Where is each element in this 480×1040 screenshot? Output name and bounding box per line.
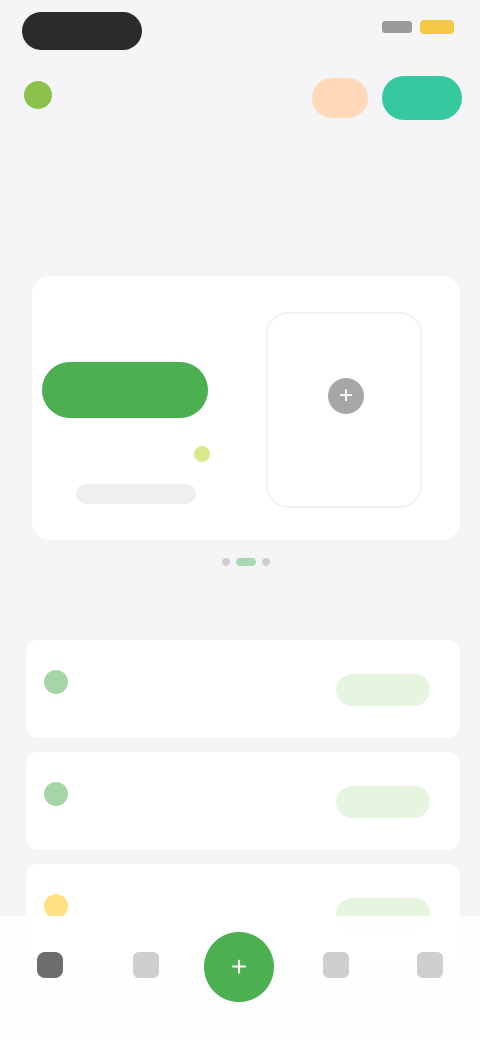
status-bar xyxy=(0,0,480,60)
nav-home[interactable] xyxy=(10,936,90,1016)
header-orange-button[interactable] xyxy=(312,78,368,118)
nav-add-button[interactable]: + xyxy=(204,932,274,1002)
plus-icon: + xyxy=(230,951,248,982)
app-screen: + + xyxy=(0,0,480,1040)
section-header-1 xyxy=(24,214,456,244)
add-panel[interactable]: + xyxy=(266,312,422,508)
battery-icon xyxy=(420,20,454,34)
page-dot[interactable] xyxy=(222,558,230,566)
item-status-icon xyxy=(44,670,68,694)
page-dot-active[interactable] xyxy=(236,558,256,566)
page-dot[interactable] xyxy=(262,558,270,566)
logo-mark-icon xyxy=(24,81,52,109)
plus-icon[interactable]: + xyxy=(328,378,364,414)
header-teal-button[interactable] xyxy=(382,76,462,120)
main-card: + xyxy=(32,276,460,540)
nav-grid[interactable] xyxy=(106,936,186,1016)
panel-caption xyxy=(76,484,196,504)
item-status-icon xyxy=(44,782,68,806)
item-action-button[interactable] xyxy=(336,786,430,818)
list-item[interactable] xyxy=(26,752,460,850)
nav-messages[interactable] xyxy=(296,936,376,1016)
bottom-nav: + xyxy=(0,916,480,1040)
status-icons xyxy=(382,20,454,34)
nav-profile[interactable] xyxy=(390,936,470,1016)
app-logo[interactable] xyxy=(24,78,140,112)
item-action-button[interactable] xyxy=(336,674,430,706)
profile-icon xyxy=(417,952,443,978)
header xyxy=(0,66,480,126)
signal-icon xyxy=(382,21,412,33)
left-panel xyxy=(42,296,222,516)
status-time xyxy=(22,12,142,50)
section-header-2 xyxy=(24,592,456,622)
item-status-icon xyxy=(44,894,68,918)
center-title xyxy=(190,156,290,184)
list-item[interactable] xyxy=(26,640,460,738)
page-indicator[interactable] xyxy=(222,558,270,566)
home-icon xyxy=(37,952,63,978)
message-icon xyxy=(323,952,349,978)
primary-green-button[interactable] xyxy=(42,362,208,418)
grid-icon xyxy=(133,952,159,978)
check-icon xyxy=(194,446,210,462)
